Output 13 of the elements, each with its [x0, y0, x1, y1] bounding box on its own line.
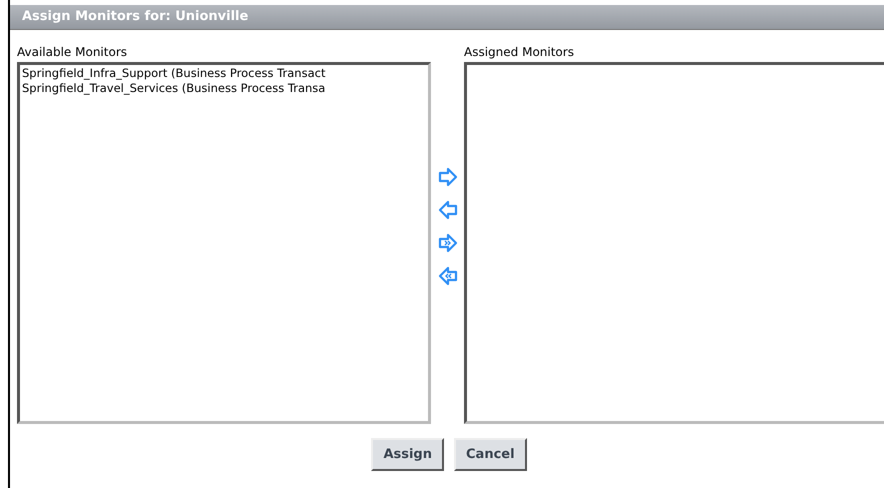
- right-arrow-icon[interactable]: [436, 166, 458, 188]
- list-label: Assigned Monitors: [464, 44, 575, 60]
- list-label: Available Monitors: [17, 44, 128, 60]
- double-right-arrow-icon[interactable]: [436, 232, 458, 254]
- double-left-arrow-icon[interactable]: [436, 265, 458, 287]
- window-title: Assign Monitors for: Unionville: [22, 8, 248, 26]
- left-arrow-icon[interactable]: [436, 199, 458, 221]
- dialog-button[interactable]: Cancel: [454, 438, 527, 471]
- dialog-button[interactable]: Assign: [371, 438, 444, 471]
- list-item[interactable]: Springfield_Travel_Services (Business Process Transa: [22, 81, 426, 96]
- assigned-monitors-list[interactable]: [464, 62, 884, 424]
- list-item[interactable]: Springfield_Infra_Support (Business Process Transact: [22, 66, 426, 81]
- available-monitors-list[interactable]: Springfield_Infra_Support (Business Process Transact Springfield_Travel_Services (Business Process Transa: [17, 62, 431, 424]
